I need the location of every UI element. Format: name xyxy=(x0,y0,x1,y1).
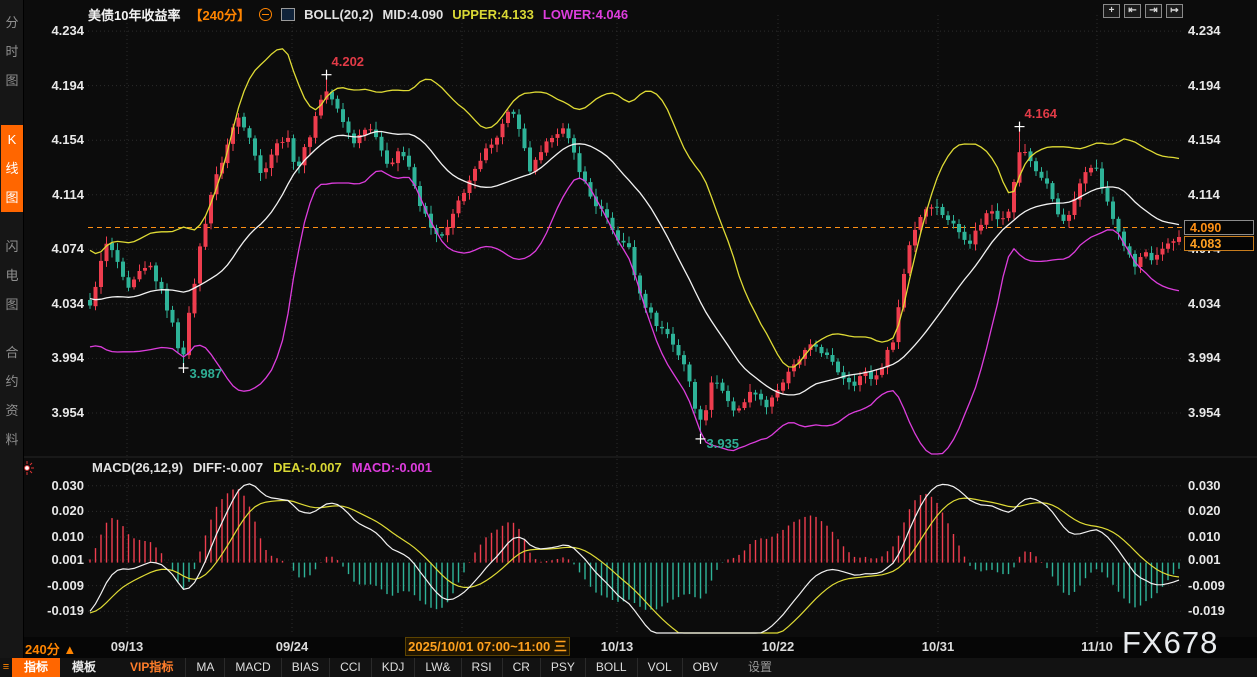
settings-button[interactable]: 设置 xyxy=(736,658,784,677)
crosshair-tool-icon[interactable]: + xyxy=(1103,4,1120,18)
price-axis-label-left: 4.194 xyxy=(22,78,84,93)
price-axis-label-right: 4.194 xyxy=(1188,78,1221,93)
macd-axis-label-left: -0.009 xyxy=(22,578,84,593)
date-tick: 10/31 xyxy=(922,639,955,654)
date-tick: 09/13 xyxy=(111,639,144,654)
indicator-button-bias[interactable]: BIAS xyxy=(281,658,329,677)
last-price-tag: 4.083 xyxy=(1184,236,1254,251)
indicator-button-boll[interactable]: BOLL xyxy=(585,658,637,677)
macd-axis-label-right: 0.020 xyxy=(1188,503,1221,518)
price-axis-label-left: 4.234 xyxy=(22,23,84,38)
indicator-button-cci[interactable]: CCI xyxy=(329,658,371,677)
indicator-button-ma[interactable]: MA xyxy=(185,658,224,677)
chart-canvas[interactable] xyxy=(88,15,1183,633)
indicator-button-rsi[interactable]: RSI xyxy=(461,658,502,677)
period-tag: 【240分】 xyxy=(189,5,250,24)
macd-axis-label-left: 0.010 xyxy=(22,529,84,544)
macd-axis-label-right: 0.030 xyxy=(1188,478,1221,493)
price-axis-label-left: 3.994 xyxy=(22,350,84,365)
indicator-button-cr[interactable]: CR xyxy=(502,658,540,677)
boll-mid-value: MID:4.090 xyxy=(383,7,444,22)
period-selector[interactable]: 240分 ▲ xyxy=(25,639,76,658)
scale-right-axis-icon[interactable]: ⇥ xyxy=(1145,4,1162,18)
indicator-chart-icon[interactable] xyxy=(281,8,295,21)
price-annotation-high: 4.164 xyxy=(1025,106,1058,121)
jump-latest-icon[interactable]: ↦ xyxy=(1166,4,1183,18)
boll-lower-value: LOWER:4.046 xyxy=(543,7,628,22)
session-highlight: 2025/10/01 07:00~11:00 三 xyxy=(405,637,570,656)
zoom-out-icon[interactable] xyxy=(259,8,272,21)
macd-macd-value: MACD:-0.001 xyxy=(352,460,432,475)
chevron-up-icon: ▲ xyxy=(63,642,76,657)
macd-axis-label-left: 0.020 xyxy=(22,503,84,518)
price-axis-label-right: 4.154 xyxy=(1188,132,1221,147)
chart-header: 美债10年收益率 【240分】 BOLL(20,2) MID:4.090 UPP… xyxy=(88,5,628,23)
price-annotation-high: 4.202 xyxy=(332,54,365,69)
sidebar-tab-time-chart[interactable]: 分时图 xyxy=(1,8,23,95)
macd-axis-label-left: -0.019 xyxy=(22,603,84,618)
price-axis-label-left: 4.154 xyxy=(22,132,84,147)
date-tick: 10/13 xyxy=(601,639,634,654)
date-tick: 10/22 xyxy=(762,639,795,654)
price-axis-label-left: 4.074 xyxy=(22,241,84,256)
macd-axis-label-right: -0.009 xyxy=(1188,578,1225,593)
timeline-bar: 240分 ▲ 2025/10/01 07:00~11:00 三 FX678 09… xyxy=(0,637,1257,658)
macd-axis-label-right: 0.010 xyxy=(1188,529,1221,544)
indicator-toolbar: ≡ 指标模板 VIP指标MAMACDBIASCCIKDJLW&RSICRPSYBO… xyxy=(0,658,1257,677)
brand-watermark: FX678 xyxy=(1122,625,1218,661)
price-axis-label-left: 4.034 xyxy=(22,296,84,311)
price-annotation-low: 3.987 xyxy=(190,366,223,381)
trading-app: 分时图 K线图闪电图合约资料 美债10年收益率 【240分】 BOLL(20,2)… xyxy=(0,0,1257,677)
sidebar-tab-kline-chart[interactable]: K线图 xyxy=(1,125,23,212)
indicator-button-kdj[interactable]: KDJ xyxy=(371,658,415,677)
sidebar-tab-contract-info[interactable]: 合约资料 xyxy=(1,338,23,454)
macd-dea-value: DEA:-0.007 xyxy=(273,460,342,475)
chart-tools: + ⇤ ⇥ ↦ xyxy=(1103,4,1183,18)
scale-left-axis-icon[interactable]: ⇤ xyxy=(1124,4,1141,18)
instrument-title: 美债10年收益率 xyxy=(88,5,180,24)
macd-params-label: MACD(26,12,9) xyxy=(92,460,183,475)
indicator-button-obv[interactable]: OBV xyxy=(682,658,728,677)
macd-axis-label-left: 0.001 xyxy=(22,552,84,567)
level-price-tag: 4.090 xyxy=(1184,220,1254,235)
sidebar-tab-lightning-chart[interactable]: 闪电图 xyxy=(1,232,23,319)
toolbar-tab-templates[interactable]: 模板 xyxy=(60,658,108,677)
price-axis-label-left: 4.114 xyxy=(22,187,84,202)
indicator-button-lw[interactable]: LW& xyxy=(414,658,460,677)
price-axis-label-right: 4.114 xyxy=(1188,187,1220,202)
date-tick: 09/24 xyxy=(276,639,309,654)
price-axis-label-right: 3.994 xyxy=(1188,350,1221,365)
indicator-button-vol[interactable]: VOL xyxy=(637,658,682,677)
price-axis-label-right: 3.954 xyxy=(1188,405,1221,420)
menu-icon[interactable]: ≡ xyxy=(0,658,12,677)
toolbar-tab-vip-indicators[interactable]: VIP指标 xyxy=(118,658,185,677)
price-axis-label-right: 4.234 xyxy=(1188,23,1221,38)
price-axis-label-right: 4.034 xyxy=(1188,296,1221,311)
indicator-button-psy[interactable]: PSY xyxy=(540,658,585,677)
macd-axis-label-right: 0.001 xyxy=(1188,552,1221,567)
price-annotation-low: 3.935 xyxy=(707,436,740,451)
macd-axis-label-right: -0.019 xyxy=(1188,603,1225,618)
macd-diff-value: DIFF:-0.007 xyxy=(193,460,263,475)
indicator-button-macd[interactable]: MACD xyxy=(224,658,280,677)
boll-label: BOLL(20,2) xyxy=(304,7,373,22)
price-axis-label-left: 3.954 xyxy=(22,405,84,420)
date-tick: 11/10 xyxy=(1081,639,1113,654)
toolbar-tab-indicators[interactable]: 指标 xyxy=(12,658,60,677)
macd-axis-label-left: 0.030 xyxy=(22,478,84,493)
boll-upper-value: UPPER:4.133 xyxy=(452,7,534,22)
macd-header: MACD(26,12,9) DIFF:-0.007 DEA:-0.007 MAC… xyxy=(92,460,432,475)
chart-type-sidebar: 分时图 K线图闪电图合约资料 xyxy=(0,0,24,658)
